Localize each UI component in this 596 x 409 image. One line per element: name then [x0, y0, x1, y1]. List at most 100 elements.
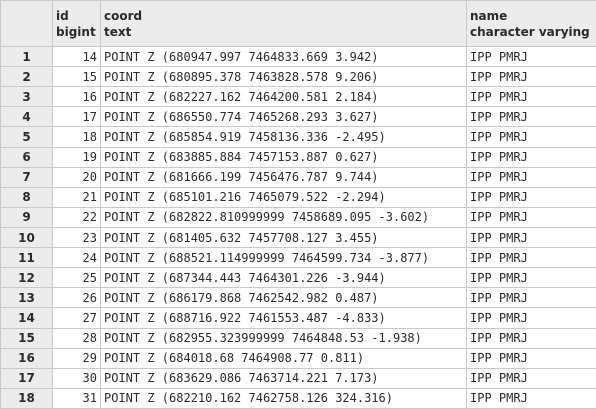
- cell-coord[interactable]: POINT Z (684018.68 7464908.77 0.811): [100, 347, 467, 369]
- cell-id[interactable]: 29: [52, 347, 101, 369]
- cell-coord[interactable]: POINT Z (682822.810999999 7458689.095 -3…: [100, 206, 467, 228]
- header-corner-cell[interactable]: [0, 0, 53, 47]
- row-number-cell[interactable]: 3: [0, 86, 53, 108]
- cell-coord[interactable]: POINT Z (681666.199 7456476.787 9.744): [100, 166, 467, 188]
- cell-id[interactable]: 15: [52, 66, 101, 88]
- table-row[interactable]: 18 31 POINT Z (682210.162 7462758.126 324.…: [0, 387, 596, 409]
- table-row[interactable]: 2 15 POINT Z (680895.378 7463828.578 9.206…: [0, 66, 596, 88]
- column-name: name: [470, 8, 508, 23]
- cell-coord[interactable]: POINT Z (682955.323999999 7464848.53 -1.…: [100, 327, 467, 349]
- cell-id[interactable]: 22: [52, 206, 101, 228]
- cell-coord[interactable]: POINT Z (685854.919 7458136.336 -2.495): [100, 126, 467, 148]
- row-number-cell[interactable]: 5: [0, 126, 53, 148]
- row-number-cell[interactable]: 14: [0, 307, 53, 329]
- cell-id[interactable]: 26: [52, 287, 101, 309]
- table-row[interactable]: 10 23 POINT Z (681405.632 7457708.127 3.45…: [0, 226, 596, 249]
- table-row[interactable]: 7 20 POINT Z (681666.199 7456476.787 9.744…: [0, 166, 596, 188]
- cell-coord[interactable]: POINT Z (687344.443 7464301.226 -3.944): [100, 267, 467, 289]
- row-number-cell[interactable]: 9: [0, 206, 53, 228]
- query-results-grid: id bigint coord text name character vary…: [0, 0, 596, 409]
- row-number-cell[interactable]: 15: [0, 327, 53, 349]
- row-number-cell[interactable]: 13: [0, 287, 53, 309]
- row-number-cell[interactable]: 18: [0, 387, 53, 409]
- row-number-cell[interactable]: 11: [0, 247, 53, 269]
- column-header-coord[interactable]: coord text: [100, 0, 467, 47]
- table-row[interactable]: 8 21 POINT Z (685101.216 7465079.522 -2.29…: [0, 186, 596, 208]
- cell-id[interactable]: 21: [52, 186, 101, 208]
- cell-name[interactable]: IPP PMRJ: [466, 327, 596, 349]
- cell-id[interactable]: 20: [52, 166, 101, 188]
- cell-id[interactable]: 19: [52, 146, 101, 168]
- cell-name[interactable]: IPP PMRJ: [466, 206, 596, 228]
- table-row[interactable]: 4 17 POINT Z (686550.774 7465268.293 3.627…: [0, 106, 596, 128]
- column-header-name[interactable]: name character varying: [466, 0, 596, 47]
- row-number-cell[interactable]: 6: [0, 146, 53, 168]
- cell-id[interactable]: 30: [52, 367, 101, 389]
- cell-id[interactable]: 23: [52, 226, 101, 249]
- cell-coord[interactable]: POINT Z (681405.632 7457708.127 3.455): [100, 226, 467, 249]
- cell-coord[interactable]: POINT Z (688716.922 7461553.487 -4.833): [100, 307, 467, 329]
- cell-id[interactable]: 17: [52, 106, 101, 128]
- cell-name[interactable]: IPP PMRJ: [466, 287, 596, 309]
- cell-name[interactable]: IPP PMRJ: [466, 247, 596, 269]
- cell-id[interactable]: 28: [52, 327, 101, 349]
- cell-name[interactable]: IPP PMRJ: [466, 347, 596, 369]
- row-number-cell[interactable]: 7: [0, 166, 53, 188]
- table-row[interactable]: 12 25 POINT Z (687344.443 7464301.226 -3.9…: [0, 267, 596, 289]
- column-type: bigint: [56, 24, 96, 39]
- table-row[interactable]: 14 27 POINT Z (688716.922 7461553.487 -4.8…: [0, 307, 596, 329]
- table-row[interactable]: 17 30 POINT Z (683629.086 7463714.221 7.17…: [0, 367, 596, 389]
- cell-name[interactable]: IPP PMRJ: [466, 106, 596, 128]
- cell-name[interactable]: IPP PMRJ: [466, 226, 596, 249]
- cell-name[interactable]: IPP PMRJ: [466, 367, 596, 389]
- row-number-cell[interactable]: 12: [0, 267, 53, 289]
- row-number-cell[interactable]: 10: [0, 226, 53, 249]
- column-name: coord: [104, 8, 143, 23]
- cell-coord[interactable]: POINT Z (688521.114999999 7464599.734 -3…: [100, 247, 467, 269]
- cell-coord[interactable]: POINT Z (685101.216 7465079.522 -2.294): [100, 186, 467, 208]
- table-row[interactable]: 15 28 POINT Z (682955.323999999 7464848.53…: [0, 327, 596, 349]
- cell-name[interactable]: IPP PMRJ: [466, 186, 596, 208]
- cell-id[interactable]: 24: [52, 247, 101, 269]
- row-number-cell[interactable]: 2: [0, 66, 53, 88]
- table-row[interactable]: 9 22 POINT Z (682822.810999999 7458689.095…: [0, 206, 596, 228]
- grid-header: id bigint coord text name character vary…: [0, 0, 596, 47]
- row-number-cell[interactable]: 1: [0, 45, 53, 68]
- cell-id[interactable]: 18: [52, 126, 101, 148]
- cell-id[interactable]: 16: [52, 86, 101, 108]
- cell-coord[interactable]: POINT Z (680947.997 7464833.669 3.942): [100, 45, 467, 68]
- row-number-cell[interactable]: 17: [0, 367, 53, 389]
- table-row[interactable]: 3 16 POINT Z (682227.162 7464200.581 2.184…: [0, 86, 596, 108]
- cell-coord[interactable]: POINT Z (683885.884 7457153.887 0.627): [100, 146, 467, 168]
- row-number-cell[interactable]: 8: [0, 186, 53, 208]
- table-row[interactable]: 6 19 POINT Z (683885.884 7457153.887 0.627…: [0, 146, 596, 168]
- table-row[interactable]: 1 14 POINT Z (680947.997 7464833.669 3.942…: [0, 45, 596, 68]
- table-row[interactable]: 11 24 POINT Z (688521.114999999 7464599.73…: [0, 247, 596, 269]
- table-row[interactable]: 13 26 POINT Z (686179.868 7462542.982 0.48…: [0, 287, 596, 309]
- table-row[interactable]: 16 29 POINT Z (684018.68 7464908.77 0.811)…: [0, 347, 596, 369]
- cell-coord[interactable]: POINT Z (683629.086 7463714.221 7.173): [100, 367, 467, 389]
- cell-name[interactable]: IPP PMRJ: [466, 166, 596, 188]
- cell-coord[interactable]: POINT Z (686179.868 7462542.982 0.487): [100, 287, 467, 309]
- cell-coord[interactable]: POINT Z (680895.378 7463828.578 9.206): [100, 66, 467, 88]
- column-name: id: [56, 8, 69, 23]
- table-row[interactable]: 5 18 POINT Z (685854.919 7458136.336 -2.49…: [0, 126, 596, 148]
- cell-id[interactable]: 14: [52, 45, 101, 68]
- cell-name[interactable]: IPP PMRJ: [466, 66, 596, 88]
- cell-name[interactable]: IPP PMRJ: [466, 45, 596, 68]
- cell-coord[interactable]: POINT Z (682227.162 7464200.581 2.184): [100, 86, 467, 108]
- cell-coord[interactable]: POINT Z (686550.774 7465268.293 3.627): [100, 106, 467, 128]
- cell-id[interactable]: 27: [52, 307, 101, 329]
- cell-name[interactable]: IPP PMRJ: [466, 267, 596, 289]
- column-header-id[interactable]: id bigint: [52, 0, 101, 47]
- row-number-cell[interactable]: 16: [0, 347, 53, 369]
- row-number-cell[interactable]: 4: [0, 106, 53, 128]
- cell-name[interactable]: IPP PMRJ: [466, 146, 596, 168]
- cell-name[interactable]: IPP PMRJ: [466, 307, 596, 329]
- cell-name[interactable]: IPP PMRJ: [466, 387, 596, 409]
- cell-id[interactable]: 25: [52, 267, 101, 289]
- cell-name[interactable]: IPP PMRJ: [466, 86, 596, 108]
- cell-coord[interactable]: POINT Z (682210.162 7462758.126 324.316): [100, 387, 467, 409]
- cell-id[interactable]: 31: [52, 387, 101, 409]
- cell-name[interactable]: IPP PMRJ: [466, 126, 596, 148]
